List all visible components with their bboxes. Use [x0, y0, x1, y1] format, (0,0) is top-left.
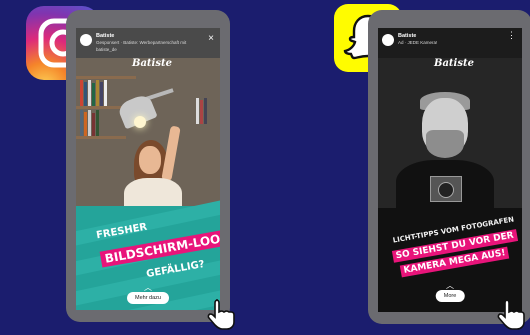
more-button[interactable]: More — [435, 290, 465, 302]
story-header: Batiste Ad · JEDE Kamera! ⋮ — [378, 28, 522, 58]
hand-pointer-icon — [496, 296, 530, 330]
snapchat-story: Batiste Ad · JEDE Kamera! ⋮ Batiste LICH… — [378, 28, 522, 312]
account-name[interactable]: Batiste — [96, 33, 114, 39]
account-handle[interactable]: batiste_de — [96, 47, 117, 52]
avatar[interactable] — [80, 34, 92, 46]
avatar[interactable] — [382, 34, 394, 46]
account-name[interactable]: Batiste — [398, 33, 416, 39]
sponsored-label: Gesponsert · Batiste: Werbepartnerschaft… — [96, 40, 187, 45]
hand-pointer-icon — [206, 296, 240, 330]
more-options-icon[interactable]: ⋮ — [507, 31, 516, 40]
instagram-story: Batiste Gesponsert · Batiste: Werbepartn… — [76, 28, 220, 310]
woman-figure — [139, 146, 161, 174]
phone-instagram: Batiste Gesponsert · Batiste: Werbepartn… — [66, 10, 230, 322]
close-icon[interactable]: × — [208, 34, 214, 44]
brand-logo: Batiste — [434, 58, 474, 69]
story-header: Batiste Gesponsert · Batiste: Werbepartn… — [76, 28, 220, 58]
story-photo — [378, 58, 522, 214]
brand-logo: Batiste — [132, 58, 172, 69]
story-photo — [76, 58, 220, 216]
sponsored-label: Ad · JEDE Kamera! — [398, 40, 438, 45]
light-bulb — [134, 116, 146, 128]
more-info-button[interactable]: Mehr dazu — [127, 292, 169, 304]
phone-snapchat: Batiste Ad · JEDE Kamera! ⋮ Batiste LICH… — [368, 10, 530, 324]
